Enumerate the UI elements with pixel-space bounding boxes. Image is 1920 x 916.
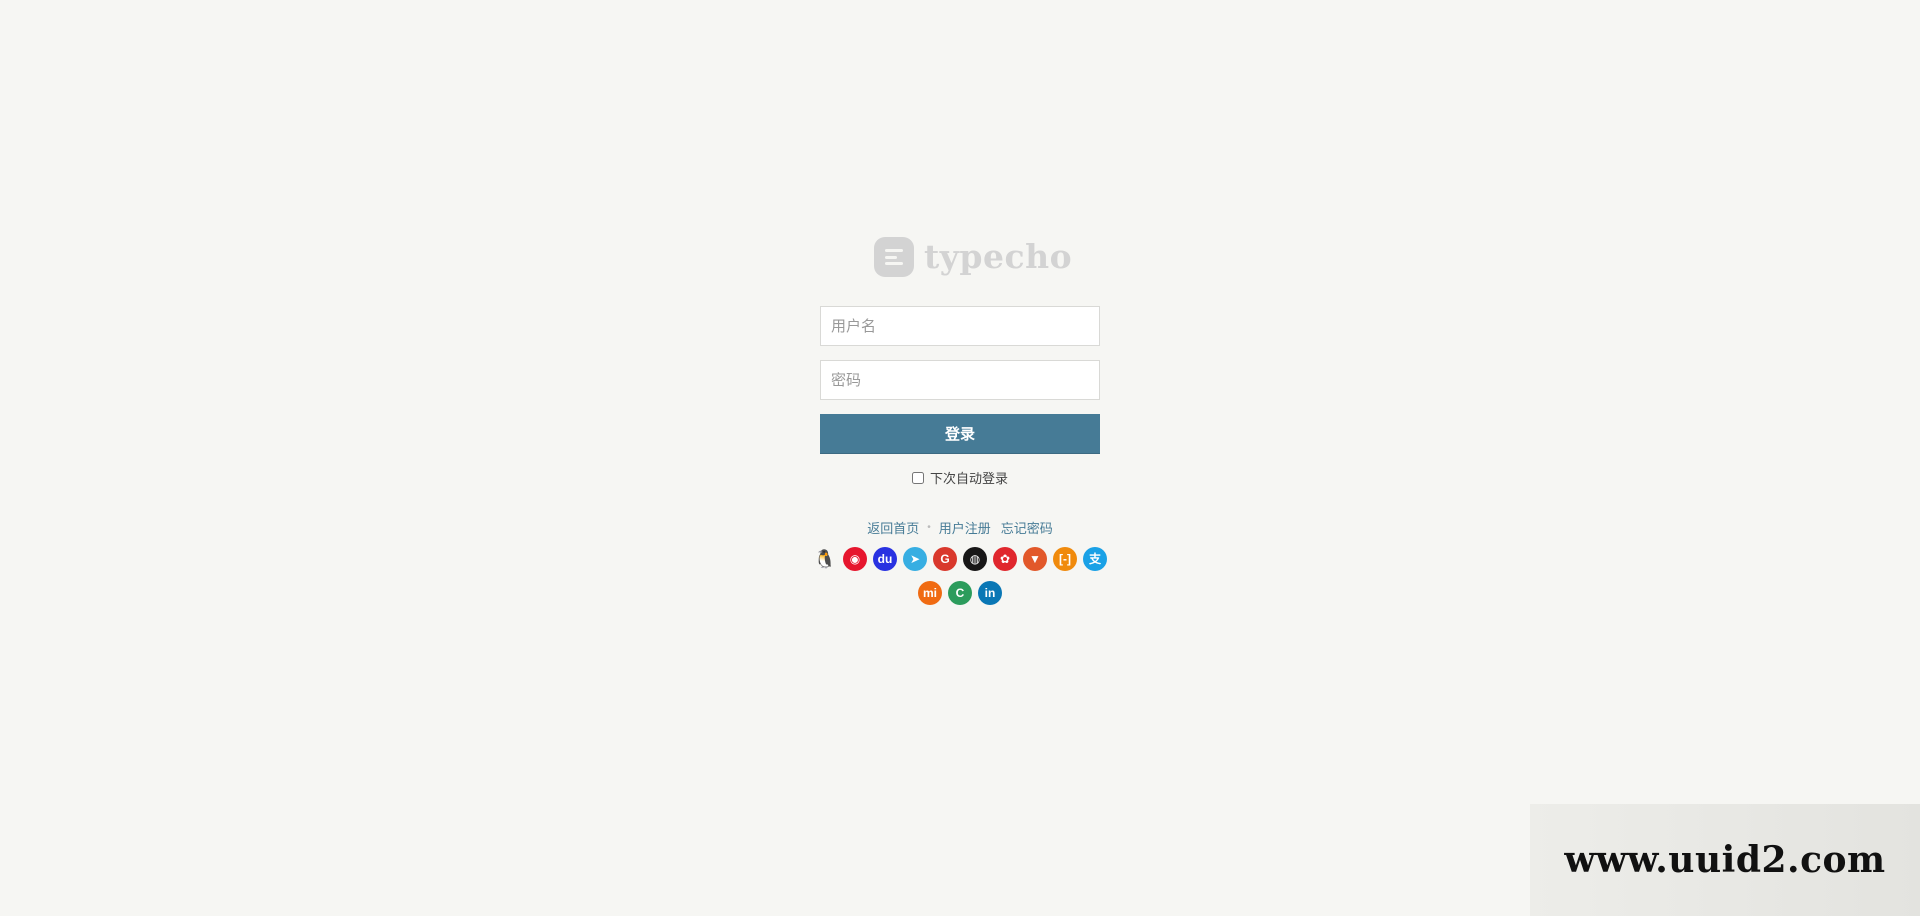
google-icon[interactable]: G xyxy=(933,547,957,571)
watermark: www.uuid2.com xyxy=(1530,804,1920,916)
social-login-icons: 🐧 ◉ du ➤ G ◍ ✿ ▼ [-] 支 mi Cin xyxy=(810,547,1110,605)
huawei-icon[interactable]: ✿ xyxy=(993,547,1017,571)
gitlab-icon[interactable]: ▼ xyxy=(1023,547,1047,571)
alipay-icon[interactable]: 支 xyxy=(1083,547,1107,571)
xiaomi-icon[interactable]: mi xyxy=(918,581,942,605)
typecho-logo[interactable]: typecho xyxy=(874,235,1072,279)
footer-links: 返回首页 • 用户注册 忘记密码 xyxy=(820,518,1100,537)
login-page: typecho 登录 下次自动登录 返回首页 • 用户注册 忘记密码 🐧◉du➤… xyxy=(0,0,1920,916)
username-input[interactable] xyxy=(820,306,1100,346)
watermark-text: www.uuid2.com xyxy=(1564,839,1886,881)
coding-icon[interactable]: C xyxy=(948,581,972,605)
logo-text: typecho xyxy=(924,237,1073,276)
weibo-icon[interactable]: ◉ xyxy=(843,547,867,571)
remember-me[interactable]: 下次自动登录 xyxy=(820,468,1100,487)
remember-checkbox[interactable] xyxy=(911,471,924,484)
qq-icon[interactable]: 🐧 xyxy=(813,547,837,571)
github-icon[interactable]: ◍ xyxy=(963,547,987,571)
typecho-logo-icon xyxy=(874,237,914,277)
linkedin-icon[interactable]: in xyxy=(978,581,1002,605)
login-button[interactable]: 登录 xyxy=(820,414,1100,454)
forgot-password-link[interactable]: 忘记密码 xyxy=(1001,518,1053,537)
separator-dot: • xyxy=(927,522,931,533)
password-input[interactable] xyxy=(820,360,1100,400)
baidu-icon[interactable]: du xyxy=(873,547,897,571)
back-home-link[interactable]: 返回首页 xyxy=(867,518,919,537)
aliyun-icon[interactable]: [-] xyxy=(1053,547,1077,571)
register-link[interactable]: 用户注册 xyxy=(939,518,991,537)
telegram-icon[interactable]: ➤ xyxy=(903,547,927,571)
remember-label: 下次自动登录 xyxy=(929,471,1008,486)
login-form: 登录 下次自动登录 xyxy=(820,306,1100,487)
